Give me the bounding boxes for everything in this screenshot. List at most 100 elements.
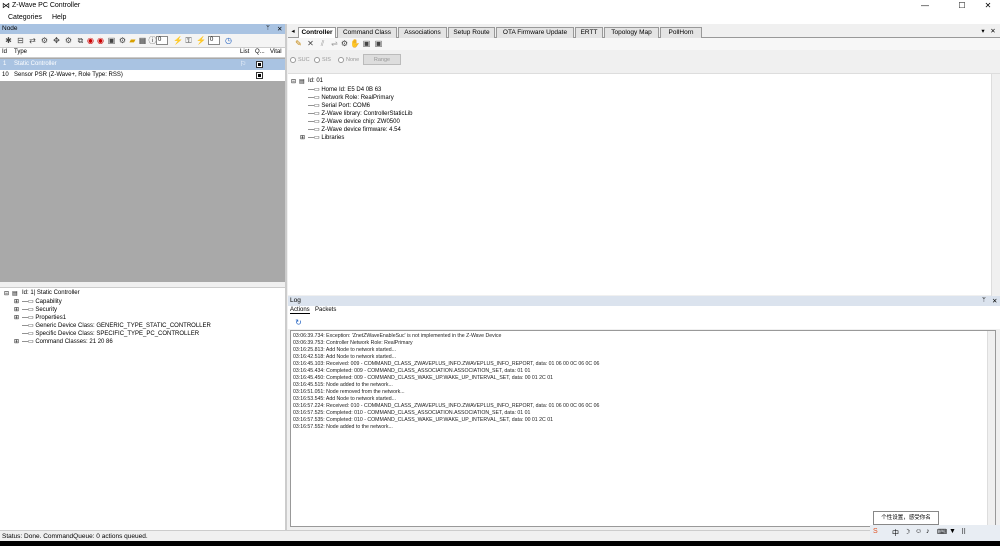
tab-actions[interactable]: Actions <box>290 307 310 314</box>
log-close-icon[interactable]: ✕ <box>992 297 997 305</box>
col-list[interactable]: List <box>240 49 249 55</box>
tree-item-generic-class[interactable]: —▭ Generic Device Class: GENERIC_TYPE_ST… <box>22 322 211 329</box>
tab-list-icon[interactable]: ▾ <box>978 27 988 38</box>
request-icon[interactable]: ⚙ <box>40 36 49 45</box>
tab-pollhorn[interactable]: PollHorn <box>660 27 702 38</box>
log-textarea[interactable]: 03:06:39.734: Exception: 'ZnetZWaveEnabl… <box>290 330 996 527</box>
replace-icon[interactable]: ⇄ <box>28 36 37 45</box>
log-line: 03:16:51.051: Node removed from the netw… <box>293 389 405 395</box>
tree-item-network-role[interactable]: —▭ Network Role: RealPrimary <box>308 94 394 101</box>
delete-icon[interactable]: ✕ <box>306 39 315 48</box>
config-icon[interactable]: ⚙ <box>118 36 127 45</box>
ime-language[interactable]: 中 <box>892 528 899 538</box>
tree-item-properties[interactable]: —▭ Properties1 <box>22 314 66 321</box>
learn-icon[interactable]: ⫽ <box>318 39 327 48</box>
splitter[interactable] <box>285 24 287 530</box>
moon-icon[interactable]: ☽ <box>904 528 910 536</box>
minimize-button[interactable]: — <box>915 1 935 10</box>
tree-expand-icon[interactable]: ⊞ <box>14 306 19 313</box>
key-icon[interactable]: ⚿ <box>184 36 193 45</box>
table-row[interactable]: 1 Static Controller ⚐ <box>0 59 285 70</box>
list-icon[interactable]: ⚐ <box>240 60 246 68</box>
controller-tree-root[interactable]: Id: 01 <box>308 78 323 84</box>
keyboard-icon[interactable]: ⌨ <box>937 528 947 536</box>
tree-expand-icon[interactable]: ⊞ <box>14 314 19 321</box>
sogou-icon[interactable]: S <box>873 528 878 535</box>
tree-item-capability[interactable]: —▭ Capability <box>22 298 62 305</box>
edit-icon[interactable]: ✎ <box>294 39 303 48</box>
count-field-2[interactable]: 0 <box>208 36 220 45</box>
menu-categories[interactable]: Categories <box>8 14 42 21</box>
queue-checkbox[interactable] <box>256 61 263 68</box>
tree-item-firmware[interactable]: —▭ Z-Wave device firmware: 4.54 <box>308 126 401 133</box>
tab-associations[interactable]: Associations <box>398 27 447 38</box>
queue-checkbox[interactable] <box>256 72 263 79</box>
grid-menu-icon[interactable]: ⠿ <box>961 528 966 536</box>
tree-collapse-icon[interactable]: ⊟ <box>291 78 296 85</box>
tab-topology-map[interactable]: Topology Map <box>604 27 659 38</box>
save-icon[interactable]: ▣ <box>107 36 116 45</box>
clock-icon[interactable]: ◷ <box>224 36 233 45</box>
log-pin-icon[interactable]: ᛘ <box>982 297 986 304</box>
tree-expand-icon[interactable]: ⊞ <box>300 134 305 141</box>
col-id[interactable]: Id <box>2 49 7 55</box>
tab-command-class[interactable]: Command Class <box>337 27 397 38</box>
reset-icon[interactable]: ◉ <box>96 36 105 45</box>
tree-item-serial-port[interactable]: —▭ Serial Port: COM6 <box>308 102 370 109</box>
radio-none[interactable] <box>338 57 344 63</box>
tree-item-chip[interactable]: —▭ Z-Wave device chip: ZW0500 <box>308 118 400 125</box>
pin-icon[interactable]: ᛘ <box>266 25 270 32</box>
system-tray: S 中 ☽ ☺ ♪ ⌨ ▼ ⠿ <box>870 525 1000 541</box>
table-row[interactable]: 10 Sensor PSR (Z-Wave+, Role Type: RSS) <box>0 70 285 81</box>
include-icon[interactable]: ✱ <box>4 36 13 45</box>
restore-icon[interactable]: ▣ <box>374 39 383 48</box>
tree-item-library[interactable]: —▭ Z-Wave library: ControllerStaticLib <box>308 110 412 117</box>
count-field-1[interactable]: 0 <box>156 36 168 45</box>
tree-item-command-classes[interactable]: —▭ Command Classes: 21 20 86 <box>22 338 113 345</box>
maximize-button[interactable]: ☐ <box>952 1 972 10</box>
reset-controller-icon[interactable]: ⚙ <box>340 39 349 48</box>
vertical-scrollbar[interactable] <box>991 74 1000 296</box>
tab-close-icon[interactable]: ✕ <box>988 27 998 38</box>
col-vital[interactable]: Vital <box>270 49 282 55</box>
backup-icon[interactable]: ▣ <box>362 39 371 48</box>
hand-icon[interactable]: ✋ <box>350 39 360 48</box>
tab-packets[interactable]: Packets <box>315 307 336 313</box>
tree-item-specific-class[interactable]: —▭ Specific Device Class: SPECIFIC_TYPE_… <box>22 330 199 337</box>
tab-ota-firmware-update[interactable]: OTA Firmware Update <box>496 27 574 38</box>
clear-log-icon[interactable]: ↻ <box>294 318 303 327</box>
tree-root[interactable]: Id: 1| Static Controller <box>22 290 80 296</box>
tree-expand-icon[interactable]: ⊞ <box>14 338 19 345</box>
stop-icon[interactable]: ◉ <box>86 36 95 45</box>
network-icon[interactable]: ✥ <box>52 36 61 45</box>
folder-icon[interactable]: ▰ <box>128 36 137 45</box>
col-queue[interactable]: Q... <box>255 49 265 55</box>
shift-icon[interactable]: ⇌ <box>330 39 339 48</box>
tab-scroll-icon[interactable]: ◂ <box>288 27 298 38</box>
tree-collapse-icon[interactable]: ⊟ <box>4 290 9 297</box>
col-type[interactable]: Type <box>14 49 27 55</box>
range-button[interactable]: Range <box>363 54 401 65</box>
tree-item-security[interactable]: —▭ Security <box>22 306 57 313</box>
tab-setup-route[interactable]: Setup Route <box>448 27 495 38</box>
radio-suc[interactable] <box>290 57 296 63</box>
tree-item-libraries[interactable]: —▭ Libraries <box>308 134 344 141</box>
grid-icon[interactable]: ▦ <box>138 36 147 45</box>
shirt-icon[interactable]: ▼ <box>949 528 956 535</box>
wand2-icon[interactable]: ⚡ <box>196 36 206 45</box>
log-scrollbar[interactable] <box>987 331 995 526</box>
settings-icon[interactable]: ⚙ <box>64 36 73 45</box>
tree-item-home-id[interactable]: —▭ Home Id: E5 D4 0B 63 <box>308 86 381 93</box>
emoji-icon[interactable]: ☺ <box>915 528 922 535</box>
radio-sis[interactable] <box>314 57 320 63</box>
menu-help[interactable]: Help <box>52 14 66 21</box>
node-panel-close-icon[interactable]: ✕ <box>277 25 282 33</box>
device-icon: ▤ <box>12 291 18 297</box>
tab-ertt[interactable]: ERTT <box>575 27 603 38</box>
wand-icon[interactable]: ⚡ <box>173 36 183 45</box>
mic-icon[interactable]: ♪ <box>926 528 930 535</box>
exclude-icon[interactable]: ⊟ <box>16 36 25 45</box>
tree-expand-icon[interactable]: ⊞ <box>14 298 19 305</box>
copy-icon[interactable]: ⧉ <box>76 36 85 45</box>
close-button[interactable]: ✕ <box>978 1 998 10</box>
